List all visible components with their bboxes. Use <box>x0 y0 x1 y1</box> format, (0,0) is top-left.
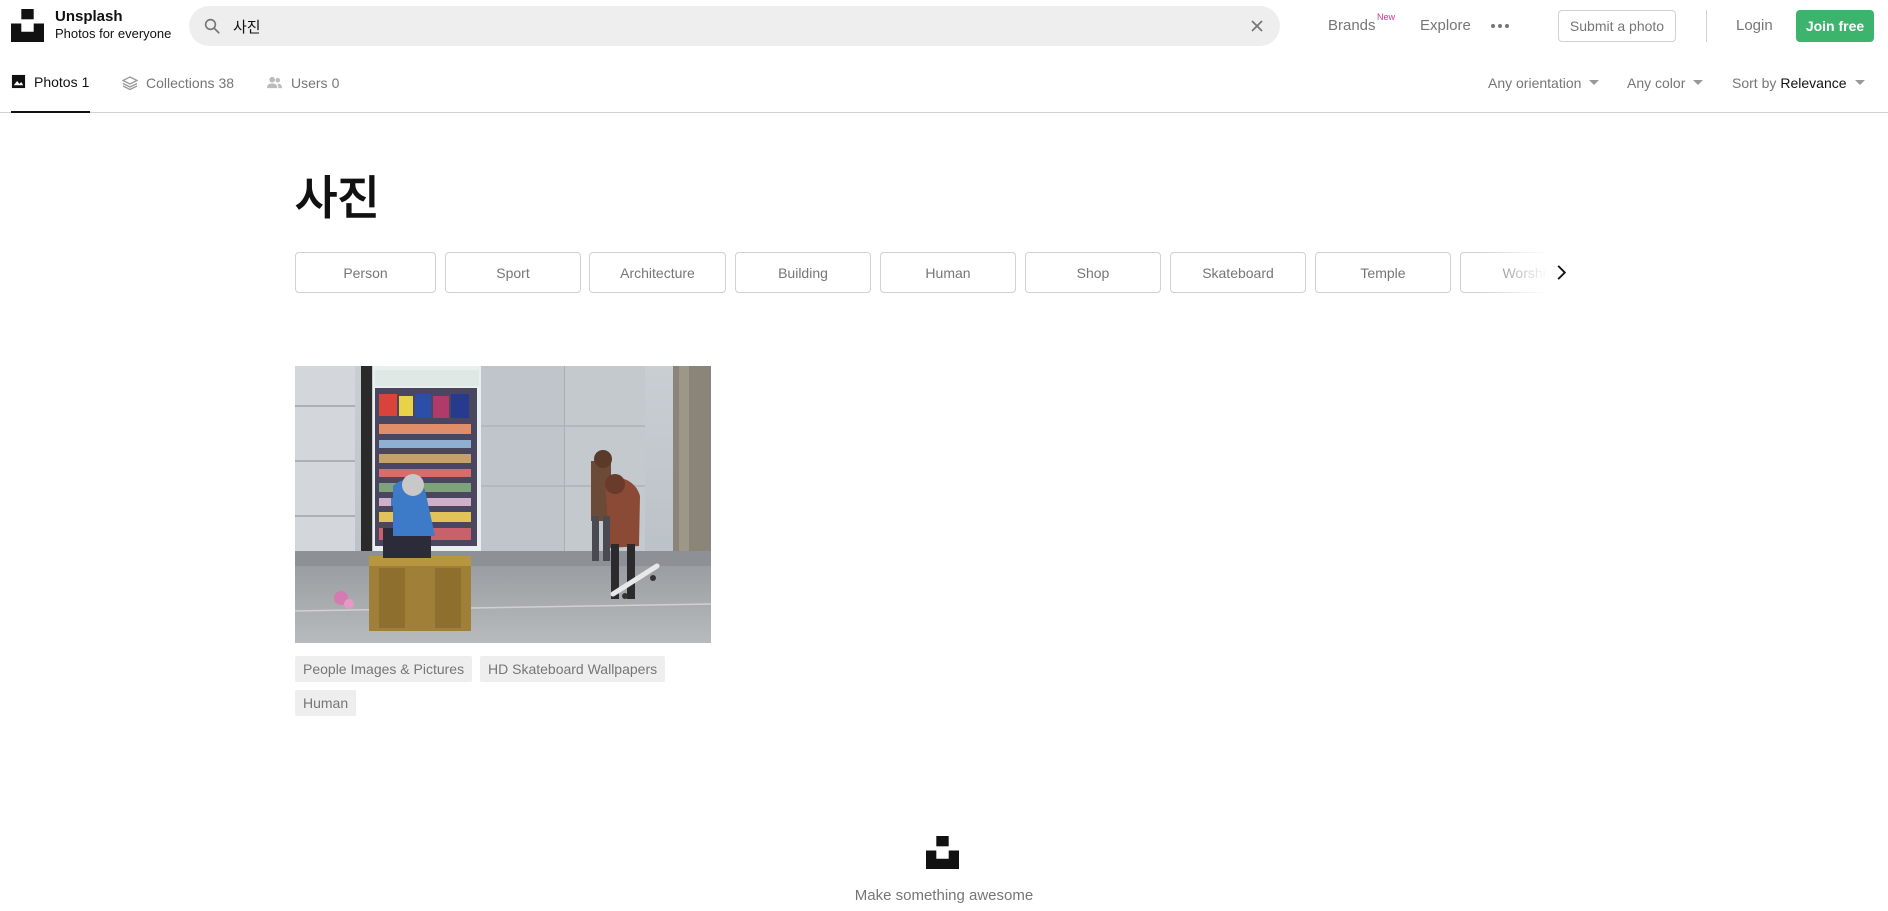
chevron-down-icon <box>1854 80 1865 85</box>
new-badge: New <box>1377 12 1396 22</box>
nav-explore-link[interactable]: Explore <box>1420 17 1471 34</box>
sort-dropdown[interactable]: Sort by Relevance <box>1732 52 1865 113</box>
orientation-filter-label: Any orientation <box>1488 74 1582 91</box>
image-icon <box>11 74 26 89</box>
related-chip[interactable]: Architecture <box>589 252 726 293</box>
footer-tagline: Make something awesome <box>854 887 1034 904</box>
photo-tag[interactable]: HD Skateboard Wallpapers <box>480 656 666 682</box>
more-options-icon[interactable] <box>1490 18 1510 34</box>
sort-prefix-label: Sort by <box>1732 74 1777 91</box>
related-chip[interactable]: Building <box>735 252 871 293</box>
search-bar <box>189 6 1280 46</box>
chevron-down-icon <box>1693 80 1704 85</box>
brand-tagline: Photos for everyone <box>55 26 172 41</box>
street-scene-photo <box>295 366 711 643</box>
unsplash-logo-icon <box>11 8 44 42</box>
color-filter-label: Any color <box>1627 74 1686 91</box>
nav-brands-link[interactable]: Brands <box>1328 17 1376 34</box>
brand-home-link[interactable]: Unsplash Photos for everyone <box>11 8 171 42</box>
color-filter-dropdown[interactable]: Any color <box>1627 52 1704 113</box>
header-divider <box>1706 10 1707 42</box>
related-chip[interactable]: Skateboard <box>1170 252 1306 293</box>
tab-collections[interactable]: Collections 38 <box>122 52 234 113</box>
brand-text: Unsplash Photos for everyone <box>55 8 171 42</box>
related-chip[interactable]: Human <box>880 252 1016 293</box>
unsplash-logo-icon <box>926 836 959 869</box>
orientation-filter-dropdown[interactable]: Any orientation <box>1488 52 1600 113</box>
chevron-right-icon[interactable] <box>1555 264 1567 281</box>
tab-users-count: 0 <box>331 74 340 91</box>
collections-icon <box>122 75 138 91</box>
submit-photo-button[interactable]: Submit a photo <box>1558 10 1676 42</box>
brand-name: Unsplash <box>55 8 123 25</box>
login-link[interactable]: Login <box>1736 17 1773 34</box>
chevron-down-icon <box>1589 80 1600 85</box>
photo-tag[interactable]: People Images & Pictures <box>295 656 473 682</box>
related-chip[interactable]: Sport <box>445 252 581 293</box>
page-title: 사진 <box>295 172 380 224</box>
tab-users-label: Users <box>291 74 328 91</box>
photo-card[interactable] <box>295 366 711 643</box>
tab-photos[interactable]: Photos 1 <box>11 52 90 113</box>
tab-photos-label: Photos <box>34 73 78 90</box>
related-chip[interactable]: Shop <box>1025 252 1161 293</box>
tab-users[interactable]: Users 0 <box>266 52 339 113</box>
photo-tag[interactable]: Human <box>295 690 357 716</box>
sort-value-label: Relevance <box>1780 74 1847 91</box>
tab-collections-label: Collections <box>146 74 215 91</box>
tab-photos-count: 1 <box>81 73 90 90</box>
related-searches: Person Sport Architecture Building Human… <box>295 252 1571 293</box>
close-icon[interactable] <box>1250 19 1264 33</box>
tab-collections-count: 38 <box>218 74 235 91</box>
related-chip[interactable]: Temple <box>1315 252 1451 293</box>
search-subnav: Photos 1 Collections 38 Users 0 Any orie… <box>0 52 1888 113</box>
search-input[interactable] <box>233 6 1213 46</box>
related-chip[interactable]: Person <box>295 252 436 293</box>
top-header: Unsplash Photos for everyone Brands New … <box>0 0 1888 52</box>
join-free-button[interactable]: Join free <box>1796 10 1874 42</box>
users-icon <box>266 75 283 90</box>
search-icon[interactable] <box>203 17 221 35</box>
